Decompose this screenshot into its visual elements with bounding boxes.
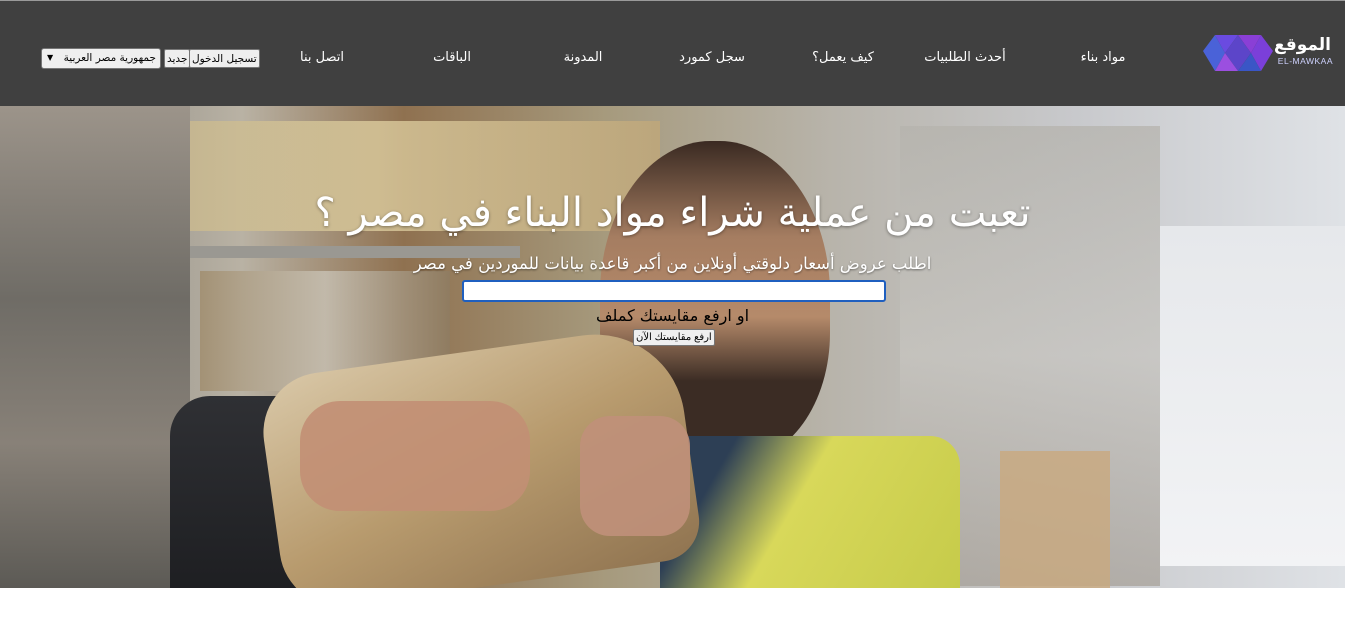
nav-building-materials[interactable]: مواد بناء (1081, 50, 1126, 65)
country-select[interactable]: جمهورية مصر العربية ▼ (41, 48, 161, 69)
chevron-down-icon: ▼ (47, 53, 54, 62)
nav-latest-orders[interactable]: أحدث الطلبيات (924, 50, 1005, 65)
page-bottom-blank (0, 588, 1345, 618)
site-logo[interactable]: الموقع EL-MAWKAA (1203, 31, 1337, 75)
hero-search-input[interactable] (462, 280, 886, 302)
logo-icon (1203, 35, 1273, 71)
nav-register-supplier[interactable]: سجل كمورد (679, 50, 745, 65)
new-account-button[interactable]: جديد (164, 49, 191, 68)
site-header: الموقع EL-MAWKAA مواد بناء أحدث الطلبيات… (0, 1, 1345, 106)
hero-title: تعبت من عملية شراء مواد البناء في مصر ؟ (314, 190, 1031, 236)
logo-text-english: EL-MAWKAA (1277, 56, 1333, 66)
login-button[interactable]: تسجيل الدخول (189, 49, 260, 68)
hero-subtitle: اطلب عروض أسعار دلوقتي أونلاين من أكبر ق… (413, 254, 932, 273)
upload-alt-text: او ارفع مقايستك كملف (595, 306, 750, 325)
nav-packages[interactable]: الباقات (433, 50, 471, 65)
logo-text-arabic: الموقع (1273, 35, 1331, 55)
hero-banner: تعبت من عملية شراء مواد البناء في مصر ؟ … (0, 106, 1345, 588)
nav-contact-us[interactable]: اتصل بنا (300, 50, 344, 65)
country-select-value: جمهورية مصر العربية (63, 52, 156, 64)
nav-how-it-works[interactable]: كيف يعمل؟ (812, 50, 874, 65)
upload-quotation-button[interactable]: ارفع مقايستك الآن (633, 329, 715, 346)
nav-blog[interactable]: المدونة (564, 50, 603, 65)
